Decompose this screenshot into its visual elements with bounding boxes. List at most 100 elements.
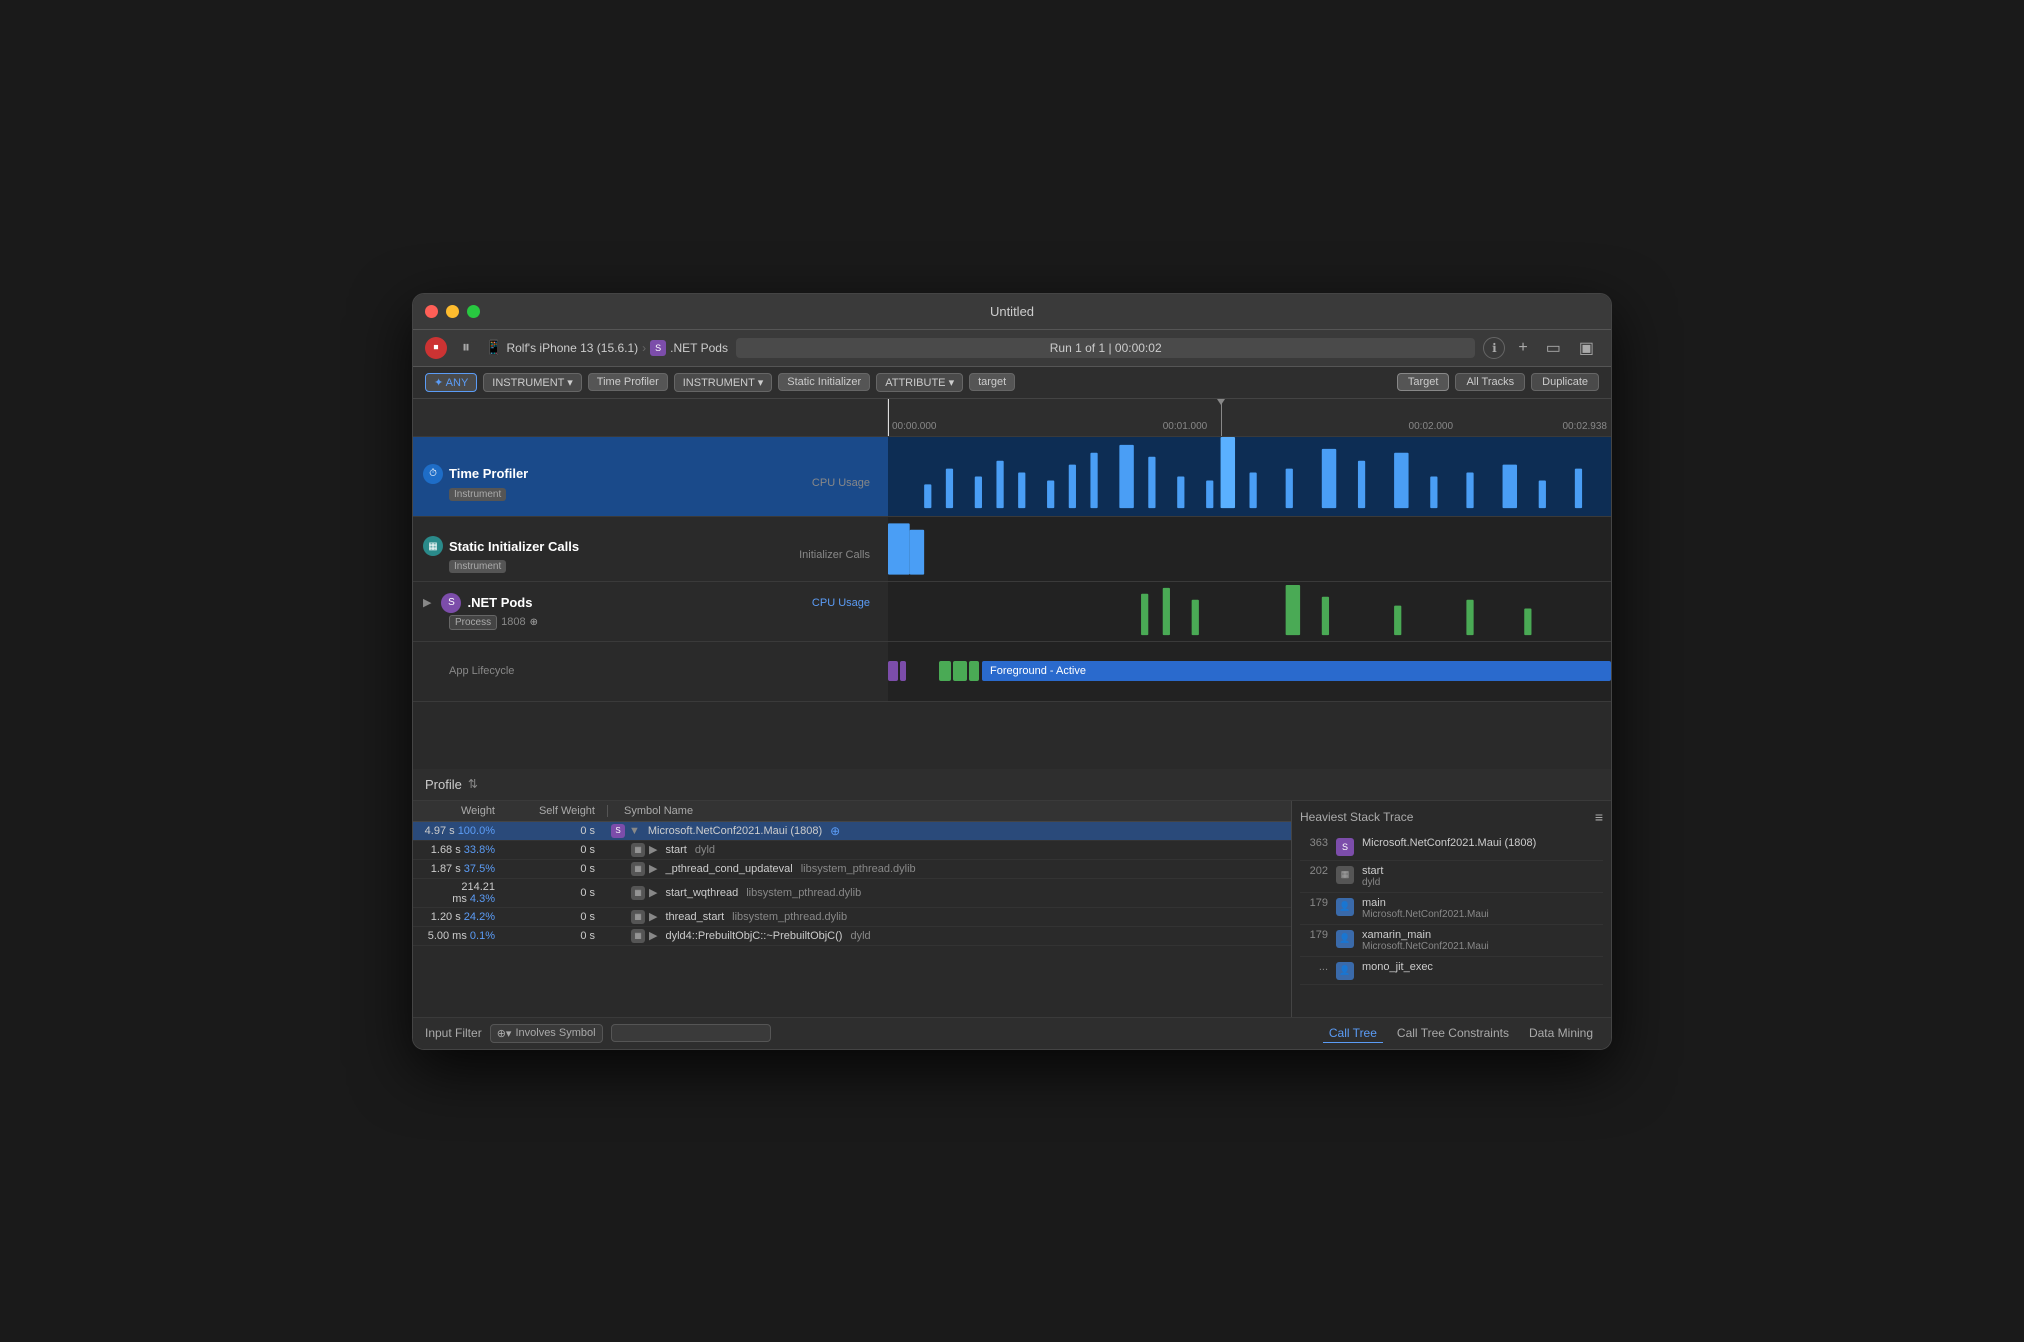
main-window: Untitled ⏹ ⏸ 📱 Rolf's iPhone 13 (15.6.1)… xyxy=(412,293,1612,1050)
symbol-icon-0: S xyxy=(611,824,625,838)
minimize-button[interactable] xyxy=(446,305,459,318)
symbol-icon-2: ▦ xyxy=(631,862,645,876)
bottom-toolbar: Input Filter ⊕▾ Involves Symbol Call Tre… xyxy=(413,1017,1611,1049)
symbol-text-3: start_wqthread xyxy=(665,887,738,899)
stack-item-2[interactable]: 179 👤 main Microsoft.NetConf2021.Maui xyxy=(1300,893,1603,925)
target-filter[interactable]: target xyxy=(969,373,1015,391)
stack-options-button[interactable]: ≡ xyxy=(1595,809,1603,825)
symbol-sub-4: libsystem_pthread.dylib xyxy=(732,911,847,923)
symbol-text-0: Microsoft.NetConf2021.Maui (1808) xyxy=(648,825,822,837)
instrument2-filter[interactable]: INSTRUMENT ▾ xyxy=(674,373,773,392)
time-marker-2: 00:02.000 xyxy=(1409,421,1454,432)
main-area: 00:00.000 00:01.000 00:02.000 00:02.938 … xyxy=(413,399,1611,1049)
stack-item-4[interactable]: ... 👤 mono_jit_exec xyxy=(1300,957,1603,985)
target-button[interactable]: Target xyxy=(1397,373,1450,391)
time-marker-0: 00:00.000 xyxy=(892,421,937,432)
table-row-5[interactable]: 5.00 ms 0.1% 0 s ▦ ▶ dyld4::PrebuiltObjC… xyxy=(413,927,1291,946)
cell-weight-1: 1.68 s 33.8% xyxy=(413,844,503,856)
arrow-4: ▶ xyxy=(649,910,657,923)
symbol-icon-4: ▦ xyxy=(631,910,645,924)
title-bar: Untitled xyxy=(413,294,1611,330)
lifecycle-green-bars xyxy=(939,661,979,681)
close-button[interactable] xyxy=(425,305,438,318)
track-time-profiler-sublabel: CPU Usage xyxy=(812,477,870,489)
layout1-button[interactable]: ▭ xyxy=(1541,336,1566,360)
pause-button[interactable]: ⏸ xyxy=(455,336,477,360)
expand-net-pods[interactable]: ▶ xyxy=(423,596,431,609)
stack-item-0[interactable]: 363 S Microsoft.NetConf2021.Maui (1808) xyxy=(1300,833,1603,861)
target-icon: S xyxy=(650,340,666,356)
profile-label: Profile xyxy=(425,777,462,792)
expand-row-0[interactable]: ▼ xyxy=(629,825,640,837)
instrument1-filter[interactable]: INSTRUMENT ▾ xyxy=(483,373,582,392)
toolbar: ⏹ ⏸ 📱 Rolf's iPhone 13 (15.6.1) › S .NET… xyxy=(413,330,1611,367)
stack-item-1[interactable]: 202 ▦ start dyld xyxy=(1300,861,1603,893)
track-net-pods-lifecycle-label: App Lifecycle xyxy=(449,665,878,677)
symbol-text-4: thread_start xyxy=(665,911,724,923)
track-net-pods-lifecycle-label-area: App Lifecycle xyxy=(413,642,888,701)
track-time-profiler-info: ⏱ Time Profiler Instrument CPU Usage xyxy=(413,437,888,516)
call-tree-button[interactable]: Call Tree xyxy=(1323,1024,1383,1043)
table-row-3[interactable]: 214.21 ms 4.3% 0 s ▦ ▶ start_wqthread li… xyxy=(413,879,1291,908)
track-static-initializer: ▦ Static Initializer Calls Instrument In… xyxy=(413,517,1611,582)
stack-info-0: Microsoft.NetConf2021.Maui (1808) xyxy=(1362,837,1603,849)
filter-bar: ✦ ANY INSTRUMENT ▾ Time Profiler INSTRUM… xyxy=(413,367,1611,399)
stack-panel: Heaviest Stack Trace ≡ 363 S Microsoft.N… xyxy=(1291,801,1611,1017)
lifecycle-mini-bars xyxy=(888,661,906,681)
call-tree-constraints-button[interactable]: Call Tree Constraints xyxy=(1391,1024,1515,1042)
stack-lib-2: Microsoft.NetConf2021.Maui xyxy=(1362,909,1603,920)
table-row-1[interactable]: 1.68 s 33.8% 0 s ▦ ▶ start dyld xyxy=(413,841,1291,860)
cell-self-0: 0 s xyxy=(503,825,603,837)
track-net-pods-badge: Process xyxy=(449,615,497,630)
duplicate-button[interactable]: Duplicate xyxy=(1531,373,1599,391)
table-row-4[interactable]: 1.20 s 24.2% 0 s ▦ ▶ thread_start libsys… xyxy=(413,908,1291,927)
stack-info-1: start dyld xyxy=(1362,865,1603,888)
track-net-pods-name: .NET Pods xyxy=(467,595,532,610)
tracks-area: 00:00.000 00:01.000 00:02.000 00:02.938 … xyxy=(413,399,1611,769)
stack-info-4: mono_jit_exec xyxy=(1362,961,1603,973)
track-static-initializer-badge: Instrument xyxy=(449,560,506,573)
stack-icon-0: S xyxy=(1336,838,1354,856)
filter-text-input[interactable] xyxy=(611,1024,771,1042)
stack-count-0: 363 xyxy=(1300,837,1328,849)
stack-lib-3: Microsoft.NetConf2021.Maui xyxy=(1362,941,1603,952)
nav-icon-0[interactable]: ⊕ xyxy=(830,824,840,838)
arrow-2: ▶ xyxy=(649,862,657,875)
table-row-0[interactable]: 4.97 s 100.0% 0 s S ▼ Microsoft.NetConf2… xyxy=(413,822,1291,841)
th-symbol: Symbol Name xyxy=(612,805,1291,817)
cell-symbol-0: S ▼ Microsoft.NetConf2021.Maui (1808) ⊕ xyxy=(603,824,1291,838)
stop-button[interactable]: ⏹ xyxy=(425,337,447,359)
cpu-usage-chart xyxy=(888,437,1611,516)
info-button[interactable]: ℹ xyxy=(1483,337,1505,359)
track-net-pods-info: ▶ S .NET Pods CPU Usage Process 1808 ⊕ xyxy=(413,582,888,641)
symbol-icon-1: ▦ xyxy=(631,843,645,857)
attribute-filter[interactable]: ATTRIBUTE ▾ xyxy=(876,373,963,392)
device-info: 📱 Rolf's iPhone 13 (15.6.1) › S .NET Pod… xyxy=(485,339,728,356)
th-divider xyxy=(607,805,608,817)
symbol-text-5: dyld4::PrebuiltObjC::~PrebuiltObjC() xyxy=(665,930,842,942)
track-net-pods-pid: 1808 xyxy=(501,616,525,628)
involves-symbol-combo[interactable]: ⊕▾ Involves Symbol xyxy=(490,1024,603,1043)
data-mining-button[interactable]: Data Mining xyxy=(1523,1024,1599,1042)
stack-func-1: start xyxy=(1362,865,1603,877)
any-filter[interactable]: ✦ ANY xyxy=(425,373,477,392)
track-net-pods-icon: S xyxy=(441,593,461,613)
static-initializer-filter[interactable]: Static Initializer xyxy=(778,373,870,391)
profile-chevron: ⇅ xyxy=(468,777,478,791)
lifecycle-active-bar: Foreground - Active xyxy=(982,661,1611,681)
cell-self-4: 0 s xyxy=(503,911,603,923)
all-tracks-button[interactable]: All Tracks xyxy=(1455,373,1525,391)
cell-weight-3: 214.21 ms 4.3% xyxy=(413,881,503,905)
time-profiler-filter[interactable]: Time Profiler xyxy=(588,373,668,391)
device-icon: 📱 xyxy=(485,339,502,356)
table-row-2[interactable]: 1.87 s 37.5% 0 s ▦ ▶ _pthread_cond_updat… xyxy=(413,860,1291,879)
stack-header: Heaviest Stack Trace ≡ xyxy=(1300,809,1603,825)
stack-item-3[interactable]: 179 👤 xamarin_main Microsoft.NetConf2021… xyxy=(1300,925,1603,957)
add-button[interactable]: + xyxy=(1513,337,1532,359)
arrow-5: ▶ xyxy=(649,929,657,942)
layout2-button[interactable]: ▣ xyxy=(1574,336,1599,360)
arrow-1: ▶ xyxy=(649,843,657,856)
maximize-button[interactable] xyxy=(467,305,480,318)
track-time-profiler-badge: Instrument xyxy=(449,488,506,501)
symbol-text-2: _pthread_cond_updateval xyxy=(665,863,792,875)
